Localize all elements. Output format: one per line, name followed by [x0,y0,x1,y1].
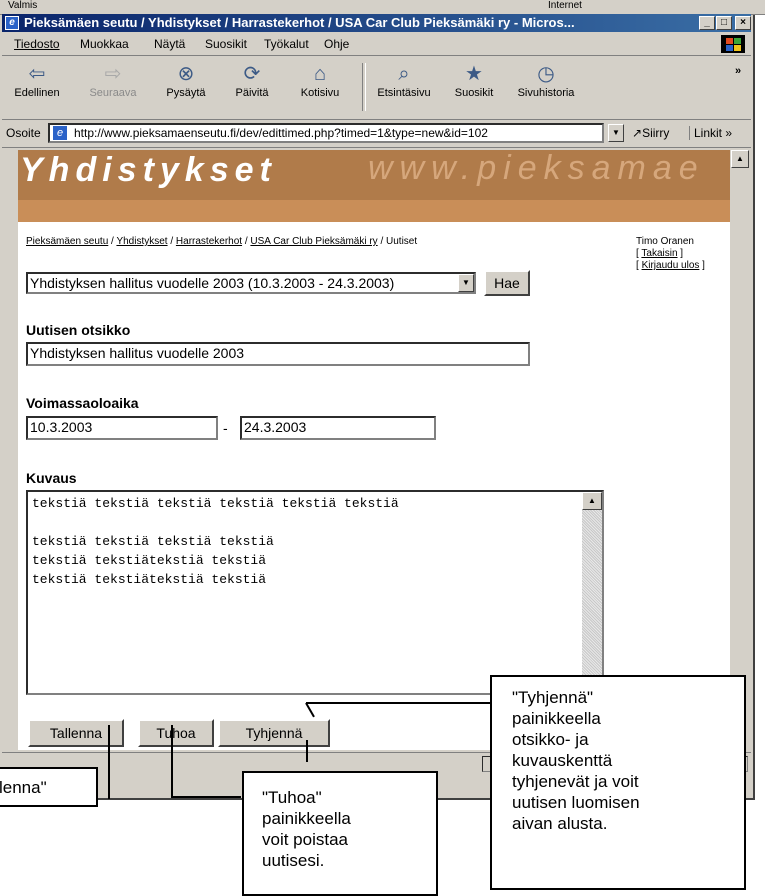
favorites-icon: ★ [465,63,483,85]
news-select-value: Yhdistyksen hallitus vuodelle 2003 (10.3… [30,275,395,291]
breadcrumb: Pieksämäen seutu / Yhdistykset / Harrast… [26,236,417,247]
refresh-button[interactable]: ⟳ Päivitä [220,61,284,99]
address-dropdown-button[interactable]: ▼ [608,124,624,142]
fetch-button[interactable]: Hae [484,270,530,296]
history-icon: ◷ [537,63,555,85]
textarea-scrollbar[interactable]: ▲ [582,492,602,693]
banner-band [18,200,730,222]
date-separator: - [223,420,228,436]
menu-edit[interactable]: Muokkaa [80,37,129,51]
ie-icon: e [5,16,19,30]
breadcrumb-link[interactable]: Yhdistykset [116,236,167,247]
zone-text: Internet [548,0,582,11]
callout-line [171,725,173,797]
description-textarea[interactable]: tekstiä tekstiä tekstiä tekstiä tekstiä … [26,490,604,695]
back-arrow-icon: ⇦ [28,63,46,85]
delete-callout: "Tuhoa" painikkeella voit poistaa uutise… [242,771,438,896]
toolbar: ⇦ Edellinen ⇨ Seuraava ⊗ Pysäytä ⟳ Päivi… [2,57,751,120]
breadcrumb-link[interactable]: Harrastekerhot [176,236,242,247]
breadcrumb-link[interactable]: USA Car Club Pieksämäki ry [250,236,377,247]
menu-bar: Tiedosto Muokkaa Näytä Suosikit Työkalut… [2,33,751,56]
banner-title: Yhdistykset [20,151,277,189]
user-name: Timo Oranen [636,236,694,247]
callout-line [171,796,241,798]
window-title: Pieksämäen seutu / Yhdistykset / Harrast… [24,15,575,30]
home-label: Kotisivu [300,87,340,99]
validity-label: Voimassaoloaika [26,395,139,411]
end-date-input[interactable]: 24.3.2003 [240,416,436,440]
address-bar: Osoite e http://www.pieksamaenseutu.fi/d… [2,121,751,148]
banner-site: www.pieksamae [368,150,705,187]
start-date-input[interactable]: 10.3.2003 [26,416,218,440]
breadcrumb-sep: / [377,236,387,247]
chevron-down-icon[interactable]: ▼ [458,274,474,292]
menu-view[interactable]: Näytä [154,37,185,51]
refresh-label: Päivitä [235,87,269,99]
maximize-button[interactable]: □ [716,16,732,30]
description-label: Kuvaus [26,470,77,486]
page-content: Yhdistykset www.pieksamae Pieksämäen seu… [18,150,730,750]
user-box: Timo Oranen [ Takaisin ] [ Kirjaudu ulos… [636,236,705,271]
go-label: Siirry [642,126,670,140]
address-input[interactable]: e http://www.pieksamaenseutu.fi/dev/edit… [48,123,604,143]
search-icon: ⌕ [398,63,410,85]
toolbar-overflow-button[interactable]: » [730,65,746,77]
page-icon: e [53,126,67,140]
menu-favorites[interactable]: Suosikit [205,37,247,51]
callout-line [306,702,490,704]
links-button[interactable]: Linkit » [689,126,732,140]
search-label: Etsintäsivu [377,87,431,99]
menu-help[interactable]: Ohje [324,37,349,51]
title-input[interactable]: Yhdistyksen hallitus vuodelle 2003 [26,342,530,366]
scroll-up-icon[interactable]: ▲ [731,150,749,168]
history-button[interactable]: ◷ Sivuhistoria [508,61,584,99]
callout-line [306,740,308,762]
favorites-button[interactable]: ★ Suosikit [444,61,504,99]
search-button[interactable]: ⌕ Etsintäsivu [368,61,440,99]
close-button[interactable]: × [735,16,751,30]
status-text: Valmis [8,0,38,11]
delete-button[interactable]: Tuhoa [138,719,214,747]
site-banner: Yhdistykset www.pieksamae [18,150,730,222]
breadcrumb-sep: / [167,236,176,247]
title-label: Uutisen otsikko [26,322,131,338]
stop-label: Pysäytä [166,87,206,99]
windows-logo-icon [721,35,745,53]
menu-tools[interactable]: Työkalut [264,37,309,51]
forward-arrow-icon: ⇨ [104,63,122,85]
menu-file[interactable]: Tiedosto [14,37,60,51]
title-bar[interactable]: e Pieksämäen seutu / Yhdistykset / Harra… [2,14,751,32]
back-button[interactable]: ⇦ Edellinen [8,61,66,99]
news-select[interactable]: Yhdistyksen hallitus vuodelle 2003 (10.3… [26,272,476,294]
stop-icon: ⊗ [177,63,195,85]
clear-button[interactable]: Tyhjennä [218,719,330,747]
logout-link[interactable]: Kirjaudu ulos [642,260,700,271]
page-scrollbar[interactable]: ▲ [731,150,749,750]
forward-button[interactable]: ⇨ Seuraava [80,61,146,99]
toolbar-separator [362,63,366,111]
minimize-button[interactable]: _ [699,16,715,30]
save-callout: lenna" [0,767,98,807]
history-label: Sivuhistoria [517,87,575,99]
go-button[interactable]: ↗Siirry [632,126,669,140]
clear-callout: "Tyhjennä" painikkeella otsikko- ja kuva… [490,675,746,890]
stop-button[interactable]: ⊗ Pysäytä [154,61,218,99]
home-button[interactable]: ⌂ Kotisivu [288,61,352,99]
forward-label: Seuraava [89,87,137,99]
home-icon: ⌂ [313,63,327,85]
address-url: http://www.pieksamaenseutu.fi/dev/editti… [74,126,488,140]
back-link[interactable]: Takaisin [641,248,677,259]
back-label: Edellinen [14,87,60,99]
address-label: Osoite [6,126,41,140]
favorites-label: Suosikit [454,87,494,99]
breadcrumb-current: Uutiset [386,236,418,247]
go-arrow-icon: ↗ [632,126,643,140]
scroll-up-icon[interactable]: ▲ [582,492,602,510]
callout-line [108,725,110,799]
refresh-icon: ⟳ [243,63,261,85]
breadcrumb-link[interactable]: Pieksämäen seutu [26,236,108,247]
previous-window-strip: Valmis Internet [0,0,765,15]
